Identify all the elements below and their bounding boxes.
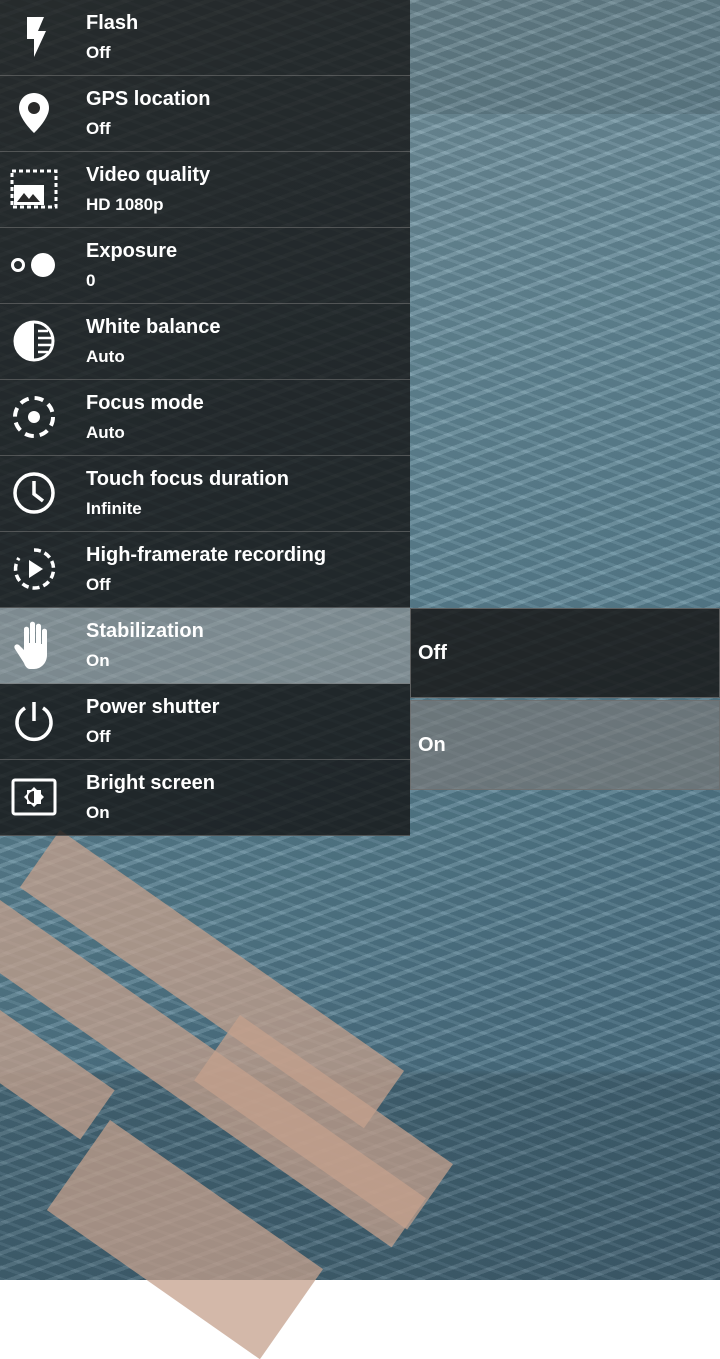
setting-video-quality[interactable]: Video quality HD 1080p xyxy=(0,152,410,228)
setting-label: Bright screen xyxy=(86,772,215,794)
option-off[interactable]: Off xyxy=(410,608,720,698)
setting-label: GPS location xyxy=(86,88,211,110)
clock-icon xyxy=(8,467,60,519)
exposure-icon xyxy=(8,239,60,291)
setting-value: Auto xyxy=(86,423,125,442)
location-pin-icon xyxy=(8,87,60,139)
setting-focus-mode[interactable]: Focus mode Auto xyxy=(0,380,410,456)
setting-value: On xyxy=(86,651,110,670)
setting-label: High-framerate recording xyxy=(86,544,327,566)
setting-value: HD 1080p xyxy=(86,195,164,214)
viewfinder-top-band xyxy=(410,0,720,114)
option-on[interactable]: On xyxy=(410,700,720,790)
setting-label: Stabilization xyxy=(86,620,204,642)
setting-label: Focus mode xyxy=(86,392,204,414)
setting-label: White balance xyxy=(86,316,221,338)
high-framerate-icon xyxy=(8,543,60,595)
stabilization-options: Off On xyxy=(410,608,720,790)
setting-value: Off xyxy=(86,43,111,62)
setting-gps-location[interactable]: GPS location Off xyxy=(0,76,410,152)
setting-value: 0 xyxy=(86,271,96,290)
setting-value: Infinite xyxy=(86,499,142,518)
option-label: Off xyxy=(418,642,447,664)
setting-label: Touch focus duration xyxy=(86,468,289,490)
focus-icon xyxy=(8,391,60,443)
setting-touch-focus-duration[interactable]: Touch focus duration Infinite xyxy=(0,456,410,532)
bright-screen-icon xyxy=(8,771,60,823)
setting-stabilization[interactable]: Stabilization On xyxy=(0,608,410,684)
setting-flash[interactable]: Flash Off xyxy=(0,0,410,76)
setting-exposure[interactable]: Exposure 0 xyxy=(0,228,410,304)
flash-icon xyxy=(8,11,60,63)
setting-label: Flash xyxy=(86,12,139,34)
setting-value: On xyxy=(86,803,110,822)
setting-bright-screen[interactable]: Bright screen On xyxy=(0,760,410,836)
setting-label: Power shutter xyxy=(86,696,220,718)
setting-power-shutter[interactable]: Power shutter Off xyxy=(0,684,410,760)
setting-value: Off xyxy=(86,575,111,594)
white-balance-icon xyxy=(8,315,60,367)
setting-value: Off xyxy=(86,727,111,746)
video-quality-icon xyxy=(8,163,60,215)
setting-value: Off xyxy=(86,119,111,138)
setting-label: Video quality xyxy=(86,164,211,186)
setting-white-balance[interactable]: White balance Auto xyxy=(0,304,410,380)
hand-icon xyxy=(8,619,60,671)
power-icon xyxy=(8,695,60,747)
setting-high-framerate-recording[interactable]: High-framerate recording Off xyxy=(0,532,410,608)
setting-label: Exposure xyxy=(86,240,178,262)
setting-value: Auto xyxy=(86,347,125,366)
settings-panel: Flash Off GPS location Off Video quality… xyxy=(0,0,410,836)
option-label: On xyxy=(418,734,446,756)
